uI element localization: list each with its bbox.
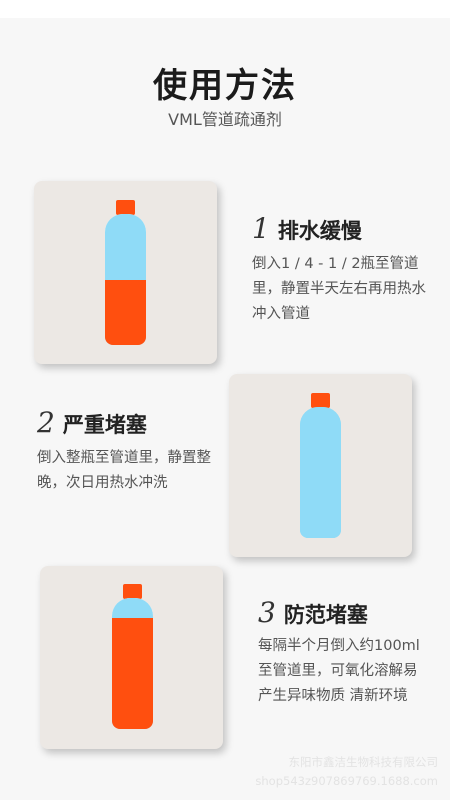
- bottle-body: [112, 598, 153, 729]
- bottle-liquid-level: [300, 407, 341, 538]
- bottle-cap: [116, 200, 135, 215]
- bottle-liquid-level: [105, 279, 146, 345]
- page-title: 使用方法: [153, 66, 297, 106]
- step-2-description: 倒入整瓶至管道里，静置整晚，次日用热水冲洗: [37, 450, 211, 491]
- step-3-image-card: [40, 566, 223, 749]
- step-2-heading: 2 严重堵塞: [37, 406, 147, 439]
- top-bar: [0, 0, 450, 18]
- page-subtitle: VML管道疏通剂: [168, 110, 282, 129]
- step-1-title: 排水缓慢: [277, 219, 362, 243]
- step-1-image-card: [34, 181, 217, 364]
- bottle-body: [300, 407, 341, 538]
- bottle-body: [105, 214, 146, 345]
- step-3-number: 3: [258, 596, 276, 629]
- step-3-title: 防范堵塞: [283, 603, 368, 627]
- step-3-heading: 3 防范堵塞: [258, 596, 368, 629]
- step-2-image-card: [229, 374, 412, 557]
- bottle-cap: [311, 393, 330, 408]
- step-1-heading: 1 排水缓慢: [252, 212, 362, 245]
- step-2-number: 2: [37, 406, 55, 439]
- watermark-shop-url: shop543z907869769.1688.com: [255, 774, 438, 788]
- step-1-number: 1: [252, 212, 270, 245]
- step-1-description: 倒入1 / 4 - 1 / 2瓶至管道里，静置半天左右再用热水冲入管道: [252, 256, 426, 322]
- step-2-title: 严重堵塞: [62, 413, 147, 437]
- step-3-description: 每隔半个月倒入约100ml至管道里，可氧化溶解易产生异味物质 清新环境: [258, 638, 420, 704]
- bottle-liquid-level: [112, 617, 153, 729]
- bottle-cap: [123, 584, 142, 599]
- watermark-company: 东阳市鑫洁生物科技有限公司: [288, 755, 439, 769]
